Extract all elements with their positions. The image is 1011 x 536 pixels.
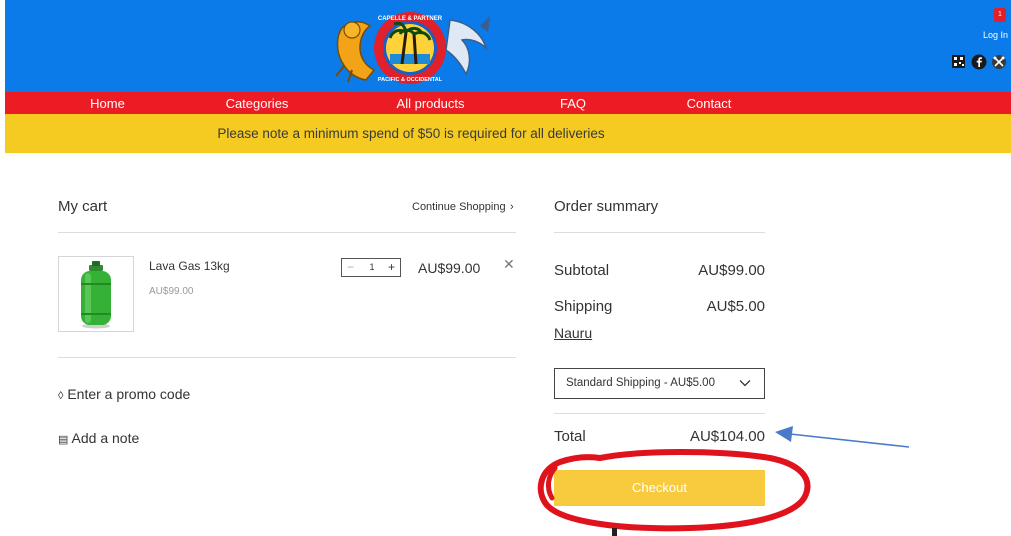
cart-count-badge[interactable]: 1 [994,8,1006,22]
promo-code-label: Enter a promo code [67,386,191,402]
nav-faq[interactable]: FAQ [553,92,593,114]
facebook-icon[interactable] [971,54,987,70]
total-value: AU$104.00 [689,428,765,445]
tag-icon: ◊ [58,390,64,402]
add-note-label: Add a note [71,430,140,446]
summary-divider-bottom [554,413,765,414]
summary-divider-top [554,232,765,233]
chevron-down-icon [738,376,752,390]
shipping-value: AU$5.00 [706,298,765,315]
brand-logo[interactable]: CAPELLE & PARTNER PACIFIC & OCCIDENTAL [330,8,492,86]
cart-title: My cart [58,198,108,215]
product-image[interactable] [58,256,134,332]
qr-code-icon[interactable] [951,54,966,69]
cart-divider-bottom [58,357,516,358]
notice-text: Please note a minimum spend of $50 is re… [217,126,605,141]
nav-home[interactable]: Home [80,92,135,114]
note-icon: ▤ [58,434,69,446]
chevron-right-icon[interactable]: › [510,201,514,213]
total-label: Total [554,428,586,445]
line-total: AU$99.00 [418,260,481,276]
nav-all-products[interactable]: All products [383,92,478,114]
continue-shopping-link[interactable]: Continue Shopping [412,201,506,213]
cart-divider-top [58,232,516,233]
notice-banner: Please note a minimum spend of $50 is re… [5,114,1011,153]
svg-text:PACIFIC & OCCIDENTAL: PACIFIC & OCCIDENTAL [378,77,443,83]
quantity-decrease-button[interactable]: − [347,259,354,276]
main-nav: Home Categories All products FAQ Contact [5,92,1011,114]
shipping-label: Shipping [554,298,613,315]
subtotal-value: AU$99.00 [698,262,765,279]
quantity-value[interactable]: 1 [366,259,378,276]
shipping-method-select[interactable]: Standard Shipping - AU$5.00 [554,368,765,399]
product-unit-price: AU$99.00 [149,286,194,297]
annotation-arrow-icon [775,426,910,448]
remove-item-icon[interactable]: ✕ [503,256,515,273]
product-name[interactable]: Lava Gas 13kg [149,259,230,273]
crossed-tools-icon[interactable] [991,54,1006,69]
add-note-link[interactable]: ▤ Add a note [58,430,139,446]
shipping-country-link[interactable]: Nauru [554,325,592,341]
quantity-stepper[interactable]: − 1 + [341,258,401,277]
order-summary-title: Order summary [554,198,659,215]
header-bar [5,0,1011,92]
shipping-method-value: Standard Shipping - AU$5.00 [566,377,715,389]
nav-categories[interactable]: Categories [217,92,297,114]
checkout-button[interactable]: Checkout [554,470,765,506]
quantity-increase-button[interactable]: + [388,259,395,276]
login-link[interactable]: Log In [968,30,1008,40]
nav-contact[interactable]: Contact [679,92,739,114]
svg-text:CAPELLE & PARTNER: CAPELLE & PARTNER [378,16,443,22]
promo-code-link[interactable]: ◊ Enter a promo code [58,386,190,402]
subtotal-label: Subtotal [554,262,610,279]
